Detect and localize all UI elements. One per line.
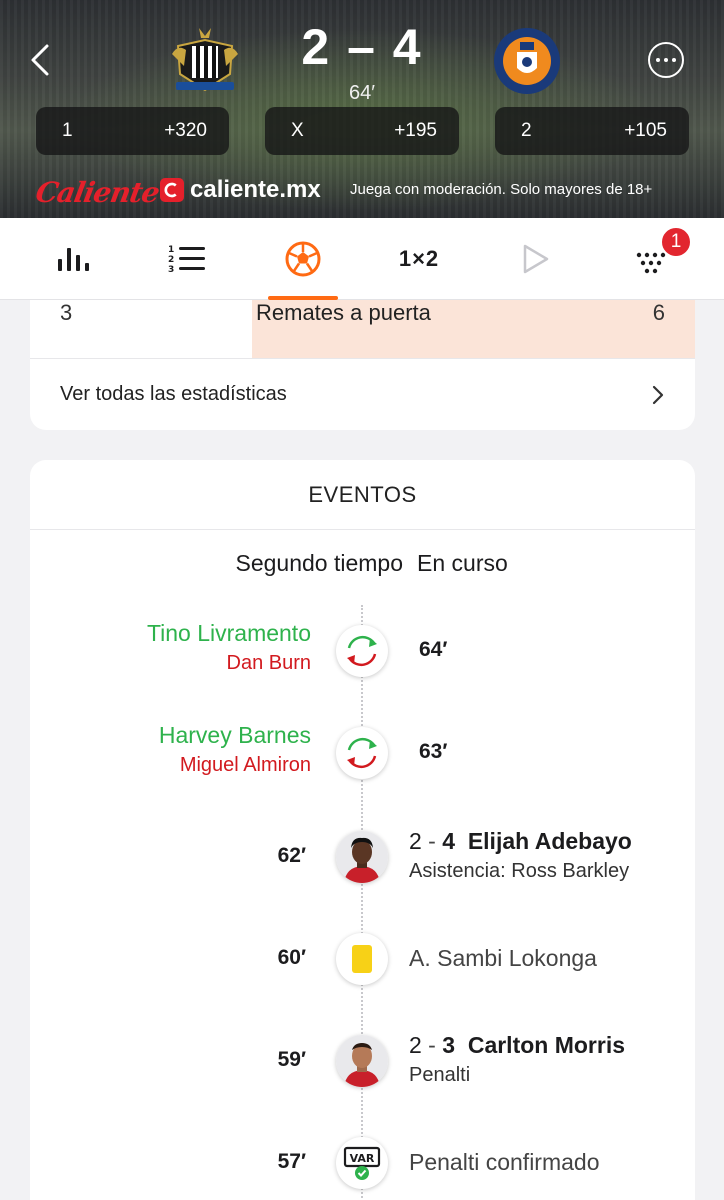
svg-text:3: 3	[168, 265, 174, 275]
player-in: Harvey Barnes	[158, 722, 311, 748]
match-score: 2 – 4	[301, 19, 423, 75]
event-goal[interactable]: 59′ 2 - 3 Carlton Morris Penalti	[30, 1026, 695, 1096]
stat-away-value: 6	[652, 300, 665, 325]
tab-odds-label: 1×2	[398, 246, 440, 271]
match-minute: 64′	[349, 82, 375, 104]
more-options-button[interactable]	[648, 42, 684, 78]
stat-row: 3 Remates a puerta 6	[30, 300, 695, 358]
event-minute: 59′	[277, 1048, 306, 1071]
soccer-ball-icon	[285, 241, 321, 277]
dot-icon	[656, 58, 660, 62]
var-check-icon: VAR	[336, 1137, 388, 1189]
event-goal[interactable]: 62′ 2 - 4 Elijah Adebayo Asistencia: Ros…	[30, 822, 695, 892]
chevron-left-icon	[31, 44, 49, 76]
tab-stats[interactable]	[28, 218, 118, 300]
tab-events[interactable]	[258, 218, 348, 300]
goal-detail: Penalti	[409, 1064, 471, 1086]
booked-player: A. Sambi Lokonga	[409, 945, 597, 971]
player-in: Tino Livramento	[146, 620, 311, 646]
timeline-line	[361, 605, 363, 1200]
yellow-card-icon	[336, 933, 388, 985]
event-yellow-card[interactable]: 60′ A. Sambi Lokonga	[30, 924, 695, 994]
play-icon	[523, 244, 549, 274]
goal-detail: Asistencia: Ross Barkley	[409, 860, 630, 882]
odds-label: 1	[62, 120, 73, 141]
event-var[interactable]: 57′ VAR Penalti confirmado	[30, 1128, 695, 1198]
event-minute: 64′	[419, 638, 448, 661]
goal-score-away: 4	[442, 828, 456, 854]
home-team-crest	[172, 28, 238, 92]
goal-score-home: 2	[409, 828, 422, 854]
substitution-icon	[336, 727, 388, 779]
svg-text:1: 1	[168, 245, 174, 255]
player-out: Miguel Almiron	[179, 754, 311, 776]
goal-scorer: Carlton Morris	[467, 1032, 626, 1058]
odds-label: 2	[521, 120, 532, 141]
tab-more[interactable]: 1	[606, 218, 696, 300]
dot-icon	[664, 58, 668, 62]
player-out: Dan Burn	[226, 652, 312, 674]
bar-chart-icon	[58, 248, 89, 271]
event-minute: 63′	[419, 740, 448, 763]
dot-icon	[672, 58, 676, 62]
sponsor-wordmark: Caliente	[33, 176, 162, 209]
goal-score-away: 3	[442, 1032, 456, 1058]
odds-away-button[interactable]: 2 +105	[495, 107, 689, 155]
sponsor-banner[interactable]: Caliente caliente.mx Juega con moderació…	[0, 172, 724, 212]
substitution-icon	[336, 625, 388, 677]
goal-score-home: 2	[409, 1032, 422, 1058]
stat-label: Remates a puerta	[256, 300, 431, 325]
event-substitution[interactable]: Harvey Barnes Miguel Almiron 63′	[30, 718, 695, 788]
period-status: En curso	[417, 550, 508, 576]
goal-scorer: Elijah Adebayo	[467, 828, 632, 854]
numbered-list-icon: 1 2 3	[168, 245, 205, 275]
tab-odds[interactable]: 1×2	[374, 218, 464, 300]
player-avatar	[336, 831, 388, 883]
stat-home-value: 3	[60, 300, 73, 325]
events-card: EVENTOS Segundo tiempo En curso Tino Liv…	[30, 460, 695, 1200]
event-minute: 60′	[277, 946, 306, 969]
odds-value: +195	[394, 120, 437, 141]
period-label: Segundo tiempo	[235, 550, 403, 576]
all-stats-label: Ver todas las estadísticas	[60, 383, 287, 405]
event-minute: 62′	[277, 844, 306, 867]
sponsor-logo-icon	[160, 178, 184, 202]
tab-bar: 1 2 3 1×2 1	[0, 218, 724, 300]
event-substitution[interactable]: Tino Livramento Dan Burn 64′	[30, 616, 695, 686]
odds-value: +105	[624, 120, 667, 141]
var-decision: Penalti confirmado	[409, 1149, 600, 1175]
events-title: EVENTOS	[30, 460, 695, 530]
goal-line: 2 - 3 Carlton Morris	[409, 1032, 626, 1058]
svg-text:VAR: VAR	[350, 1152, 375, 1165]
sponsor-url: caliente.mx	[190, 176, 321, 203]
odds-label: X	[291, 120, 304, 141]
odds-value: +320	[164, 120, 207, 141]
back-button[interactable]	[22, 38, 58, 82]
away-team-crest	[494, 28, 560, 94]
goal-line: 2 - 4 Elijah Adebayo	[409, 828, 632, 854]
sponsor-disclaimer: Juega con moderación. Solo mayores de 18…	[350, 181, 653, 198]
all-stats-link[interactable]: Ver todas las estadísticas	[30, 358, 695, 430]
match-header: 2 – 4 64′ 1 +320 X +195 2 +105 Caliente …	[0, 0, 724, 218]
odds-home-button[interactable]: 1 +320	[36, 107, 229, 155]
chevron-right-icon	[652, 385, 664, 404]
player-avatar	[336, 1035, 388, 1087]
event-minute: 57′	[277, 1150, 306, 1173]
tab-lineups[interactable]: 1 2 3	[142, 218, 232, 300]
notification-badge: 1	[660, 226, 692, 258]
svg-text:2: 2	[168, 255, 174, 265]
tab-video[interactable]	[490, 218, 580, 300]
odds-draw-button[interactable]: X +195	[265, 107, 459, 155]
